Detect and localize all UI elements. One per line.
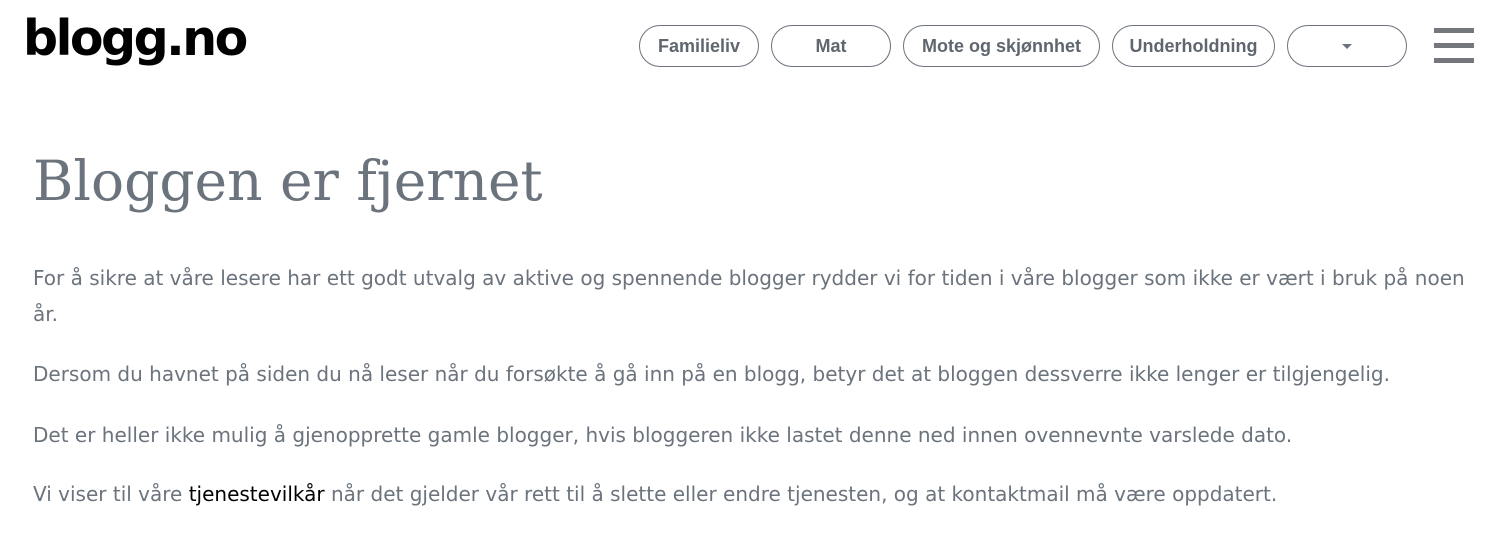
site-header: blogg.no Familieliv Mat Mote og skjønnhe… — [0, 0, 1502, 96]
hamburger-line — [1434, 58, 1474, 63]
terms-of-service-link[interactable]: tjenestevilkår — [189, 482, 325, 506]
paragraph-restore-info: Det er heller ikke mulig å gjenopprette … — [33, 423, 1293, 447]
nav-mat-button[interactable]: Mat — [771, 25, 891, 67]
paragraph-unavailable-info: Dersom du havnet på siden du nå leser nå… — [33, 362, 1390, 386]
caret-down-icon — [1342, 44, 1352, 49]
nav-more-dropdown[interactable] — [1287, 25, 1407, 67]
hamburger-line — [1434, 28, 1474, 33]
nav-familieliv-button[interactable]: Familieliv — [639, 25, 759, 67]
blogg-logo[interactable]: blogg.no — [23, 14, 248, 63]
nav-underholdning-button[interactable]: Underholdning — [1112, 25, 1275, 67]
hamburger-menu-icon[interactable] — [1434, 28, 1474, 64]
page-title: Bloggen er fjernet — [33, 149, 543, 213]
hamburger-line — [1434, 43, 1474, 48]
terms-text-after: når det gjelder vår rett til å slette el… — [324, 482, 1278, 506]
paragraph-terms-info: Vi viser til våre tjenestevilkår når det… — [33, 476, 1478, 512]
nav-mote-button[interactable]: Mote og skjønnhet — [903, 25, 1100, 67]
paragraph-cleanup-info: For å sikre at våre lesere har ett godt … — [33, 266, 1465, 326]
terms-text-before: Vi viser til våre — [33, 482, 189, 506]
